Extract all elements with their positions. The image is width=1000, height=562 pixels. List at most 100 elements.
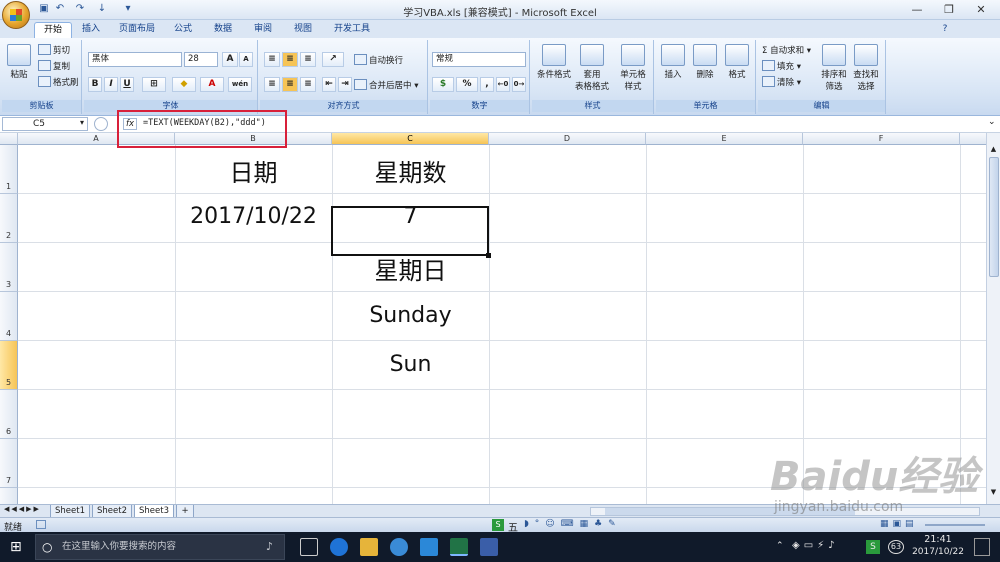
cell-c4[interactable]: Sunday — [332, 303, 489, 328]
autosum-button[interactable]: Σ 自动求和 ▾ — [762, 44, 811, 56]
row-header-7[interactable]: 7 — [0, 439, 18, 488]
notification-badge[interactable]: 63 — [888, 540, 904, 554]
clock-date[interactable]: 2017/10/22 — [908, 547, 968, 557]
ime-toolbar-icons[interactable]: ◗°☺⌨▦♣✎ — [524, 519, 622, 529]
fill-color-button[interactable]: ◆ — [172, 77, 196, 92]
office-button[interactable] — [2, 1, 30, 29]
align-middle-button[interactable]: ≡ — [282, 52, 298, 67]
tab-page-layout[interactable]: 页面布局 — [112, 22, 162, 38]
wrap-text-button[interactable]: 自动换行 — [354, 54, 403, 66]
cell-styles-button[interactable]: 单元格 样式 — [614, 44, 652, 92]
bold-button[interactable]: B — [88, 77, 102, 92]
delete-cells-button[interactable]: 删除 — [690, 44, 720, 80]
worksheet-grid[interactable]: A B C D E F 1 2 3 4 5 6 7 日期 星期数 2017/10… — [0, 133, 1000, 504]
number-format-dropdown[interactable]: 常规 — [432, 52, 526, 67]
align-center-button[interactable]: ≡ — [282, 77, 298, 92]
shrink-font-button[interactable]: A — [239, 52, 253, 67]
cell-c5[interactable]: Sun — [332, 352, 489, 377]
app-icon-2[interactable] — [480, 538, 498, 556]
row-header-1[interactable]: 1 — [0, 145, 18, 194]
font-size-dropdown[interactable]: 28 — [184, 52, 218, 67]
comma-button[interactable]: , — [480, 77, 494, 92]
cell-b1[interactable]: 日期 — [175, 153, 332, 188]
app-icon[interactable] — [420, 538, 438, 556]
row-header-6[interactable]: 6 — [0, 390, 18, 439]
font-name-dropdown[interactable]: 黑体 — [88, 52, 182, 67]
tray-icons[interactable]: ◈▭⚡♪ — [792, 540, 839, 551]
phonetic-button[interactable]: wén — [228, 77, 252, 92]
column-header-c[interactable]: C — [332, 133, 489, 145]
percent-button[interactable]: % — [456, 77, 478, 92]
scroll-down-icon[interactable]: ▼ — [988, 488, 999, 498]
underline-button[interactable]: U — [120, 77, 134, 92]
format-painter-button[interactable]: 格式刷 — [38, 76, 79, 88]
row-header-2[interactable]: 2 — [0, 194, 18, 243]
ime-tray-icon[interactable]: S — [866, 540, 880, 554]
cut-button[interactable]: 剪切 — [38, 44, 70, 56]
border-button[interactable]: ⊞ — [142, 77, 166, 92]
cancel-formula-icon[interactable] — [94, 117, 108, 131]
tab-review[interactable]: 审阅 — [248, 22, 278, 38]
restore-icon[interactable]: ❐ — [934, 0, 964, 19]
cell-c3[interactable]: 星期日 — [332, 251, 489, 286]
zoom-slider[interactable] — [925, 524, 985, 526]
fill-handle[interactable] — [486, 253, 491, 258]
excel-taskbar-icon[interactable] — [450, 538, 468, 556]
clock-time[interactable]: 21:41 — [908, 534, 968, 545]
paste-button[interactable]: 粘贴 — [6, 44, 32, 80]
align-bottom-button[interactable]: ≡ — [300, 52, 316, 67]
name-box-dropdown-icon[interactable]: ▾ — [80, 118, 84, 127]
insert-cells-button[interactable]: 插入 — [658, 44, 688, 80]
italic-button[interactable]: I — [104, 77, 118, 92]
browser-icon[interactable] — [390, 538, 408, 556]
grow-font-button[interactable]: A — [222, 52, 238, 67]
increase-decimal-button[interactable]: ←0 — [496, 77, 510, 92]
action-center-icon[interactable] — [974, 538, 990, 556]
align-top-button[interactable]: ≡ — [264, 52, 280, 67]
font-color-button[interactable]: A — [200, 77, 224, 92]
view-buttons[interactable]: ▦▣▤ — [880, 519, 918, 529]
edge-browser-icon[interactable] — [330, 538, 348, 556]
clear-button[interactable]: 清除 ▾ — [762, 76, 801, 88]
row-header-3[interactable]: 3 — [0, 243, 18, 292]
row-header-4[interactable]: 4 — [0, 292, 18, 341]
increase-indent-button[interactable]: ⇥ — [338, 77, 352, 92]
column-header-f[interactable]: F — [803, 133, 960, 145]
merge-center-button[interactable]: 合并后居中 ▾ — [354, 79, 418, 91]
tab-formulas[interactable]: 公式 — [168, 22, 198, 38]
help-icon[interactable]: ? — [938, 22, 952, 38]
decrease-indent-button[interactable]: ⇤ — [322, 77, 336, 92]
sort-filter-button[interactable]: 排序和 筛选 — [818, 44, 850, 92]
copy-button[interactable]: 复制 — [38, 60, 70, 72]
row-header-8[interactable] — [0, 488, 18, 504]
tab-view[interactable]: 视图 — [288, 22, 318, 38]
find-select-button[interactable]: 查找和 选择 — [850, 44, 882, 92]
scroll-thumb[interactable] — [989, 157, 999, 277]
orientation-button[interactable]: ↗ — [322, 52, 344, 67]
file-explorer-icon[interactable] — [360, 538, 378, 556]
tab-home[interactable]: 开始 — [34, 22, 72, 38]
task-view-icon[interactable] — [300, 538, 318, 556]
tab-developer[interactable]: 开发工具 — [326, 22, 378, 38]
name-box[interactable]: C5 — [2, 117, 88, 131]
column-header-d[interactable]: D — [489, 133, 646, 145]
scroll-up-icon[interactable]: ▲ — [988, 145, 999, 155]
vertical-scrollbar[interactable]: ▲ ▼ — [986, 133, 1000, 504]
cell-c1[interactable]: 星期数 — [332, 153, 489, 188]
conditional-format-button[interactable]: 条件格式 — [534, 44, 574, 80]
decrease-decimal-button[interactable]: 0→ — [512, 77, 526, 92]
format-cells-button[interactable]: 格式 — [722, 44, 752, 80]
tab-insert[interactable]: 插入 — [76, 22, 106, 38]
row-header-5[interactable]: 5 — [0, 341, 18, 390]
column-header-e[interactable]: E — [646, 133, 803, 145]
format-as-table-button[interactable]: 套用 表格格式 — [572, 44, 612, 92]
macro-record-icon[interactable] — [36, 520, 46, 529]
expand-formula-icon[interactable]: ⌄ — [988, 117, 996, 127]
select-all-corner[interactable] — [0, 133, 18, 145]
tab-data[interactable]: 数据 — [208, 22, 238, 38]
tray-expand-icon[interactable]: ⌃ — [776, 541, 784, 551]
taskbar-search-input[interactable]: ○ 在这里输入你要搜索的内容 ♪ — [35, 534, 285, 560]
align-right-button[interactable]: ≡ — [300, 77, 316, 92]
ime-logo-icon[interactable]: S — [492, 519, 504, 531]
minimize-icon[interactable]: — — [902, 0, 932, 19]
